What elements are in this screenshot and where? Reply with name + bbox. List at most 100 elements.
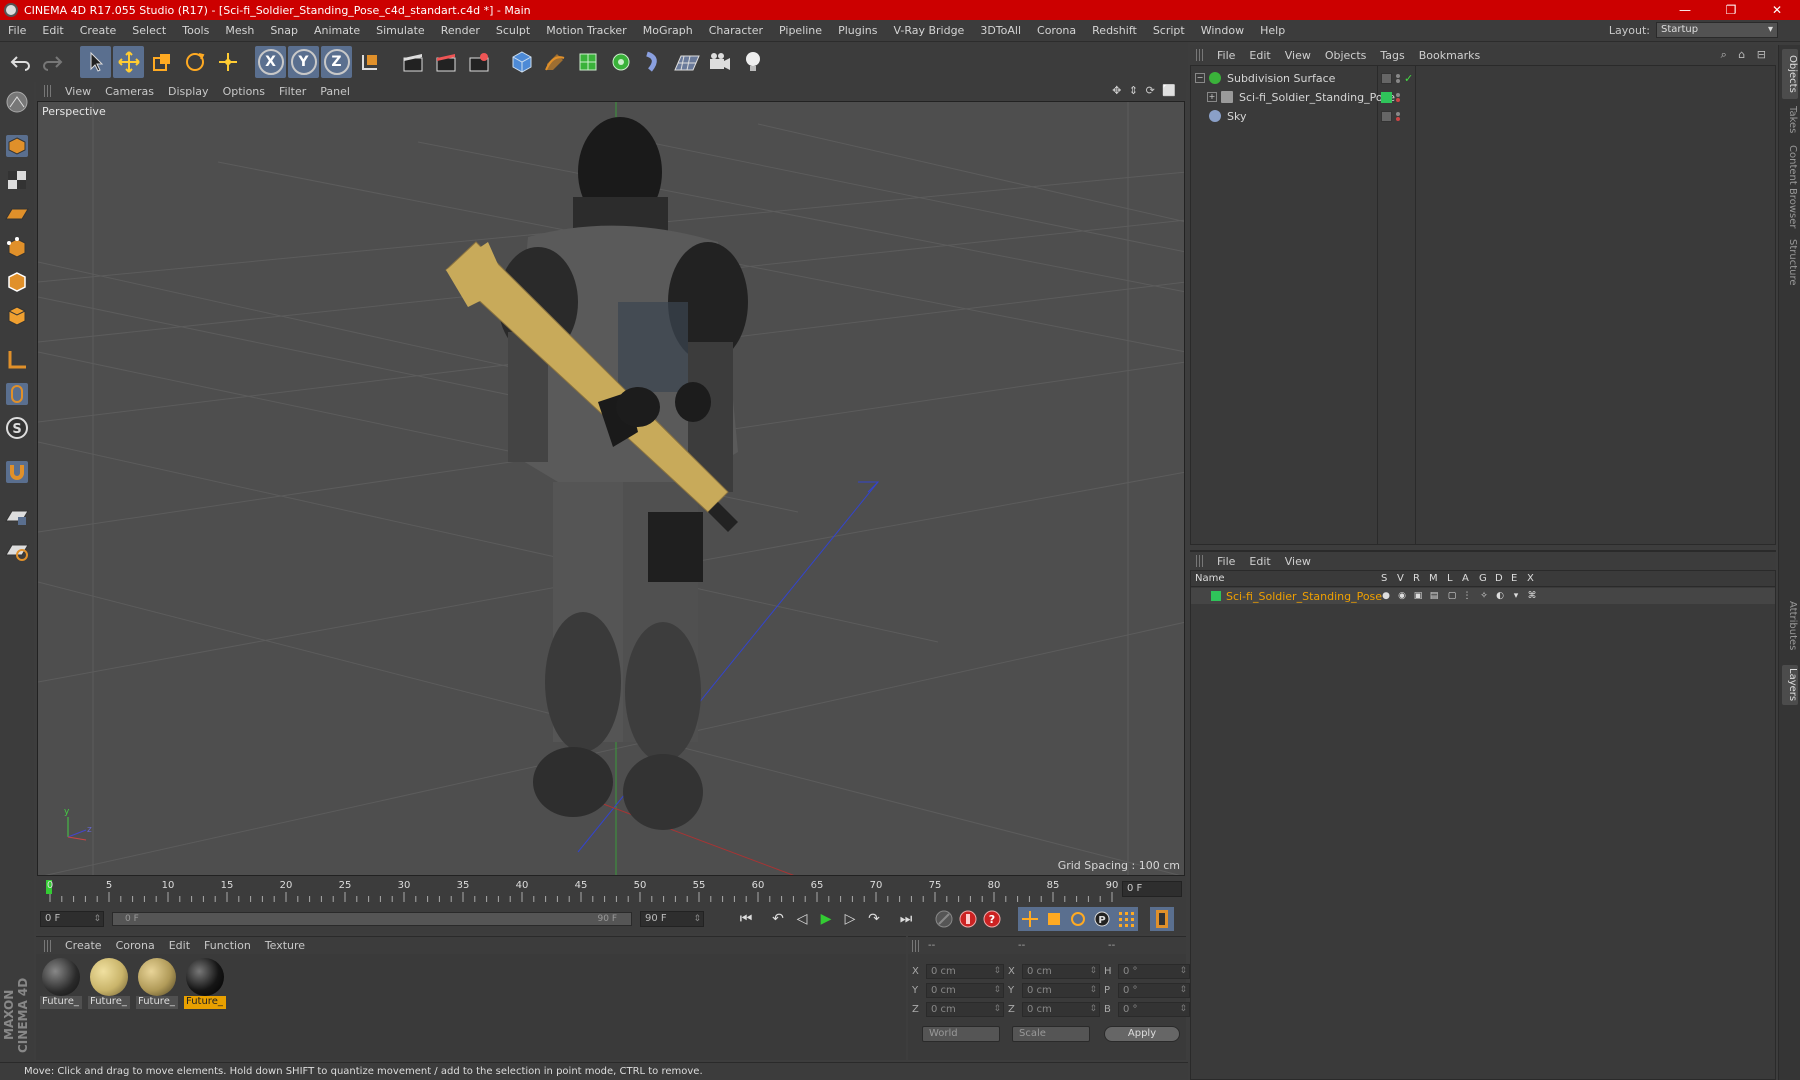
tab-objects[interactable]: Objects xyxy=(1782,49,1798,99)
visibility-dots[interactable] xyxy=(1396,111,1400,121)
enabled-check-icon[interactable]: ✓ xyxy=(1404,72,1413,85)
key-parameter-button[interactable]: P xyxy=(1090,907,1114,931)
visibility-dots[interactable] xyxy=(1396,92,1400,102)
material-menu-edit[interactable]: Edit xyxy=(162,939,197,952)
tab-content-browser[interactable]: Content Browser xyxy=(1782,141,1798,233)
panel-grip[interactable] xyxy=(912,939,920,952)
key-scale-button[interactable] xyxy=(1042,907,1066,931)
lm-menu-edit[interactable]: Edit xyxy=(1242,555,1277,568)
generator-icon[interactable]: ✧ xyxy=(1479,591,1489,601)
position-x-field[interactable]: 0 cm xyxy=(926,964,1004,979)
om-menu-objects[interactable]: Objects xyxy=(1318,49,1374,62)
render-settings-button[interactable] xyxy=(463,46,494,78)
menu-character[interactable]: Character xyxy=(701,24,771,37)
om-menu-bookmarks[interactable]: Bookmarks xyxy=(1412,49,1487,62)
solo-dot-icon[interactable]: ● xyxy=(1381,591,1391,601)
play-button[interactable]: ▶ xyxy=(814,907,838,931)
tab-structure[interactable]: Structure xyxy=(1782,237,1798,287)
viewport-menu-filter[interactable]: Filter xyxy=(272,85,313,98)
expression-icon[interactable]: ▾ xyxy=(1511,591,1521,601)
om-menu-file[interactable]: File xyxy=(1210,49,1242,62)
om-menu-tags[interactable]: Tags xyxy=(1373,49,1411,62)
menu-render[interactable]: Render xyxy=(433,24,488,37)
layer-color-swatch[interactable] xyxy=(1211,591,1221,601)
menu-motion-tracker[interactable]: Motion Tracker xyxy=(538,24,634,37)
minimize-button[interactable]: — xyxy=(1662,0,1708,20)
viewport-menu-options[interactable]: Options xyxy=(216,85,272,98)
workplane-mode-button[interactable] xyxy=(2,198,32,230)
layout-dropdown[interactable]: Startup xyxy=(1656,22,1778,38)
lock-icon[interactable]: ▢ xyxy=(1447,591,1457,601)
layer-row[interactable]: Sci-fi_Soldier_Standing_Pose ● ◉ ▣ ▤ ▢ ⋮… xyxy=(1191,588,1775,604)
menu-edit[interactable]: Edit xyxy=(34,24,71,37)
key-position-button[interactable] xyxy=(1018,907,1042,931)
x-axis-lock-button[interactable]: X xyxy=(255,46,286,78)
axis-mode-button[interactable] xyxy=(2,344,32,376)
panel-grip[interactable] xyxy=(1196,555,1204,567)
menu-animate[interactable]: Animate xyxy=(306,24,368,37)
perspective-viewport[interactable]: y z Perspective Grid Spacing : 100 cm xyxy=(37,101,1185,876)
tab-layers[interactable]: Layers xyxy=(1782,665,1798,705)
cube-button[interactable] xyxy=(506,46,537,78)
start-frame-field[interactable]: 0 F xyxy=(40,911,104,927)
eye-icon[interactable]: ◉ xyxy=(1397,591,1407,601)
tab-attributes[interactable]: Attributes xyxy=(1782,595,1798,657)
lm-menu-file[interactable]: File xyxy=(1210,555,1242,568)
panel-grip[interactable] xyxy=(44,85,52,97)
current-frame-field[interactable]: 0 F xyxy=(1122,881,1182,897)
polygons-mode-button[interactable] xyxy=(2,300,32,332)
panel-grip[interactable] xyxy=(1196,49,1204,61)
tree-collapse-toggle[interactable]: − xyxy=(1195,73,1205,83)
menu-snap[interactable]: Snap xyxy=(262,24,306,37)
preview-range-slider[interactable]: 0 F 90 F xyxy=(112,912,632,926)
camera-button[interactable] xyxy=(704,46,735,78)
tree-expand-toggle[interactable]: + xyxy=(1207,92,1217,102)
scale-tool-button[interactable] xyxy=(146,46,177,78)
subdivision-button[interactable] xyxy=(572,46,603,78)
menu-select[interactable]: Select xyxy=(124,24,174,37)
om-menu-view[interactable]: View xyxy=(1278,49,1318,62)
go-to-end-button[interactable]: ⏭ xyxy=(894,907,918,931)
render-icon[interactable]: ▣ xyxy=(1413,591,1423,601)
menu-vray-bridge[interactable]: V-Ray Bridge xyxy=(885,24,972,37)
viewport-navigation-icons[interactable]: ✥ ⇕ ⟳ ⬜ xyxy=(1112,84,1178,97)
coordinate-space-dropdown[interactable]: World xyxy=(922,1026,1000,1042)
y-axis-lock-button[interactable]: Y xyxy=(288,46,319,78)
menu-file[interactable]: File xyxy=(0,24,34,37)
edges-mode-button[interactable] xyxy=(2,266,32,298)
rotation-h-field[interactable]: 0 ° xyxy=(1118,964,1190,979)
redo-button[interactable] xyxy=(37,46,68,78)
material-menu-create[interactable]: Create xyxy=(58,939,109,952)
layer-color-tag[interactable] xyxy=(1381,91,1392,103)
size-mode-dropdown[interactable]: Scale xyxy=(1012,1026,1090,1042)
menu-window[interactable]: Window xyxy=(1193,24,1252,37)
previous-frame-button[interactable]: ◁ xyxy=(790,907,814,931)
coordinate-system-button[interactable] xyxy=(354,46,385,78)
make-editable-button[interactable] xyxy=(2,86,32,118)
xref-icon[interactable]: ⌘ xyxy=(1527,591,1537,601)
record-active-button[interactable] xyxy=(956,907,980,931)
next-key-button[interactable]: ↷ xyxy=(862,907,886,931)
menu-mograph[interactable]: MoGraph xyxy=(635,24,701,37)
model-mode-button[interactable] xyxy=(2,130,32,162)
rotation-b-field[interactable]: 0 ° xyxy=(1118,1002,1190,1017)
rotate-tool-button[interactable] xyxy=(179,46,210,78)
tweak-mode-button[interactable] xyxy=(2,378,32,410)
z-axis-lock-button[interactable]: Z xyxy=(321,46,352,78)
key-rotation-button[interactable] xyxy=(1066,907,1090,931)
previous-key-button[interactable]: ↶ xyxy=(766,907,790,931)
light-button[interactable] xyxy=(737,46,768,78)
render-picture-viewer-button[interactable] xyxy=(430,46,461,78)
material-menu-function[interactable]: Function xyxy=(197,939,258,952)
object-row-sky[interactable]: Sky xyxy=(1191,107,1775,125)
workplane-lock-button[interactable] xyxy=(2,500,32,532)
points-mode-button[interactable] xyxy=(2,232,32,264)
size-z-field[interactable]: 0 cm xyxy=(1022,1002,1100,1017)
menu-tools[interactable]: Tools xyxy=(174,24,217,37)
om-menu-edit[interactable]: Edit xyxy=(1242,49,1277,62)
close-button[interactable]: ✕ xyxy=(1754,0,1800,20)
transform-tool-button[interactable] xyxy=(212,46,243,78)
solo-button[interactable]: S xyxy=(2,412,32,444)
key-pla-button[interactable] xyxy=(1114,907,1138,931)
visibility-dots[interactable] xyxy=(1396,73,1400,83)
